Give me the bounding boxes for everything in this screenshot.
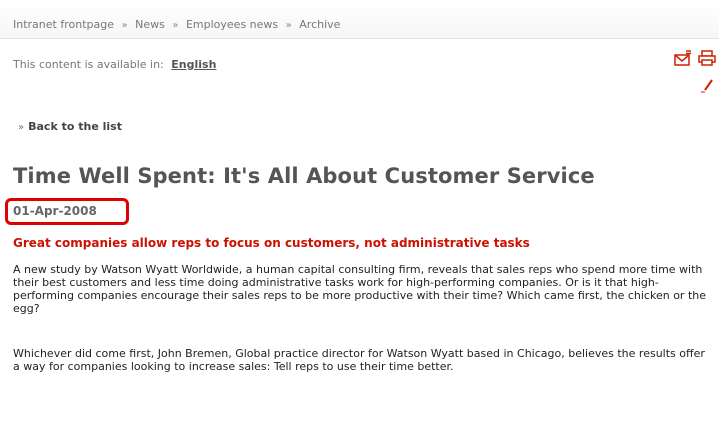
language-availability: This content is available in: English [13,58,216,71]
back-to-list-link[interactable]: » Back to the list [18,120,122,133]
breadcrumb-separator: » [172,20,179,31]
back-arrow-icon: » [18,122,25,133]
breadcrumb-bar: Intranet frontpage » News » Employees ne… [0,0,719,39]
article-paragraph-2: Whichever did come first, John Bremen, G… [13,347,705,373]
language-prefix: This content is available in: [13,58,164,71]
article-paragraph-1: A new study by Watson Wyatt Worldwide, a… [13,263,706,315]
breadcrumb: Intranet frontpage » News » Employees ne… [13,18,340,31]
article-date: 01-Apr-2008 [13,204,97,218]
email-icon[interactable] [674,50,692,66]
breadcrumb-item-employees-news[interactable]: Employees news [186,18,278,31]
breadcrumb-item-news[interactable]: News [135,18,165,31]
breadcrumb-item-intranet-frontpage[interactable]: Intranet frontpage [13,18,114,31]
edit-icon[interactable] [700,70,714,94]
language-link-english[interactable]: English [171,58,216,71]
print-icon[interactable] [698,50,716,66]
breadcrumb-separator: » [121,20,128,31]
article-lead: Great companies allow reps to focus on c… [13,236,530,250]
back-to-list-label: Back to the list [28,120,122,133]
breadcrumb-item-archive[interactable]: Archive [299,18,340,31]
article-title: Time Well Spent: It's All About Customer… [13,164,595,188]
breadcrumb-separator: » [285,20,292,31]
